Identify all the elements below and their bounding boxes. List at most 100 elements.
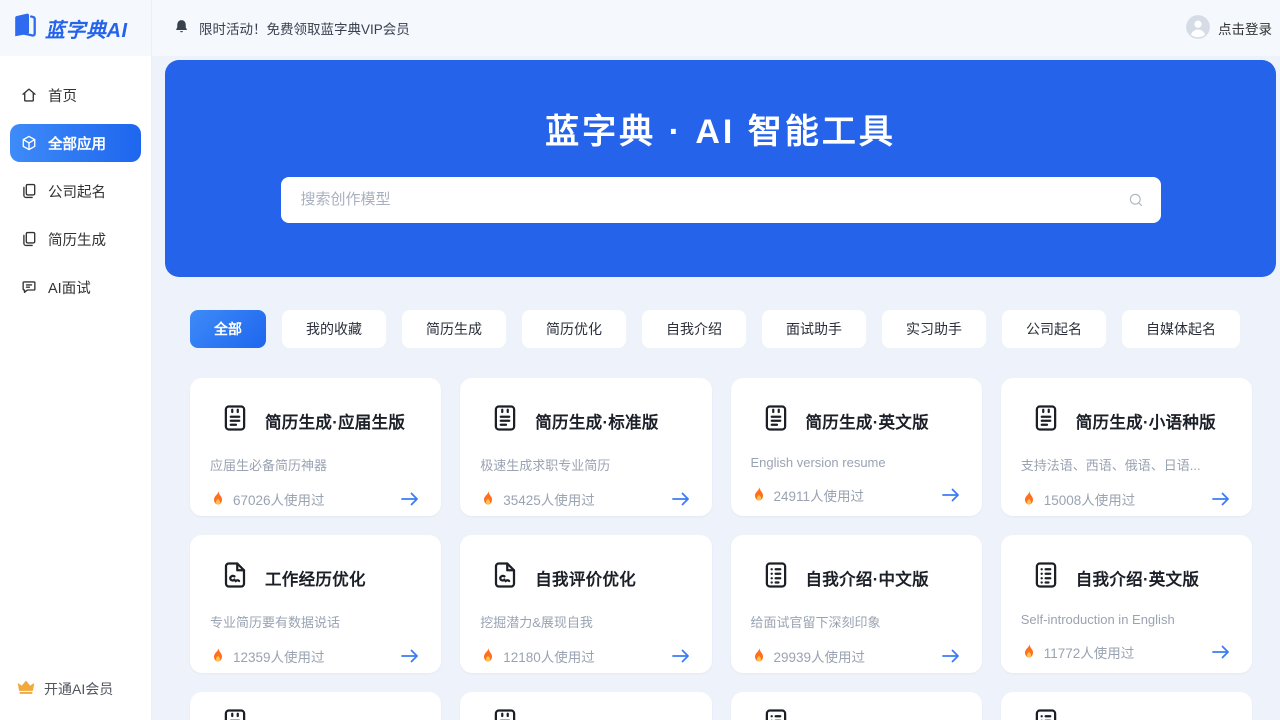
flame-icon (1021, 490, 1037, 509)
card-partial[interactable] (1001, 692, 1252, 720)
arrow-right-icon[interactable] (940, 487, 962, 503)
login-label: 点击登录 (1218, 18, 1272, 38)
filter-tab-label: 全部 (214, 319, 242, 339)
filter-tab[interactable]: 面试助手 (762, 310, 866, 348)
tool-usage-count: 12359人使用过 (233, 646, 325, 666)
book-logo-icon (10, 11, 40, 46)
tool-usage-count: 35425人使用过 (503, 489, 595, 509)
arrow-right-icon[interactable] (940, 648, 962, 664)
filter-tab[interactable]: 我的收藏 (282, 310, 386, 348)
flame-icon (1021, 643, 1037, 662)
filter-tab-label: 面试助手 (786, 319, 842, 339)
filter-tab[interactable]: 简历优化 (522, 310, 626, 348)
flame-icon (210, 647, 226, 666)
tool-card-head: 自我介绍·中文版 (751, 560, 962, 595)
tool-icon (220, 707, 250, 720)
tool-card-foot: 11772人使用过 (1021, 642, 1232, 662)
arrow-right-icon[interactable] (1210, 491, 1232, 507)
sidebar-item-icon (20, 230, 38, 248)
tool-description: 挖掘潜力&展现自我 (480, 612, 691, 631)
filter-tab[interactable]: 自我介绍 (642, 310, 746, 348)
filter-tabs: 全部 我的收藏 简历生成 简历优化 自我介绍 面试助手 实习助手 公司起名 自媒… (190, 310, 1252, 348)
announcement-text: 限时活动！免费领取蓝字典VIP会员 (199, 18, 410, 38)
sidebar-item-icon (20, 134, 38, 152)
tool-icon (490, 707, 520, 720)
tool-icon (761, 560, 791, 595)
card-partial[interactable] (460, 692, 711, 720)
sidebar-item-icon (20, 86, 38, 104)
login-button[interactable]: 点击登录 (1185, 14, 1274, 43)
crown-icon (16, 677, 36, 700)
search-icon[interactable] (1127, 191, 1145, 209)
card-partial[interactable] (190, 692, 441, 720)
card-partial[interactable] (731, 692, 982, 720)
tool-card-foot: 29939人使用过 (751, 646, 962, 666)
filter-tab[interactable]: 公司起名 (1002, 310, 1106, 348)
filter-tab[interactable]: 实习助手 (882, 310, 986, 348)
app-logo-text: 蓝字典AI (45, 14, 128, 43)
sidebar-item-label: 首页 (48, 85, 77, 106)
open-vip-link[interactable]: 开通AI会员 (0, 677, 151, 720)
arrow-right-icon[interactable] (670, 648, 692, 664)
tool-description: Self-introduction in English (1021, 612, 1232, 627)
tool-card[interactable]: 简历生成·标准版 极速生成求职专业简历 35425人使用过 (460, 378, 711, 516)
tool-title: 简历生成·小语种版 (1076, 409, 1216, 433)
open-vip-label: 开通AI会员 (44, 679, 113, 699)
tool-card-head: 工作经历优化 (210, 560, 421, 595)
tool-description: English version resume (751, 455, 962, 470)
tool-card-foot: 35425人使用过 (480, 489, 691, 509)
search-bar (281, 177, 1161, 223)
filter-tab-label: 自我介绍 (666, 319, 722, 339)
sidebar-item[interactable]: 首页 (10, 76, 141, 114)
filter-tab[interactable]: 自媒体起名 (1122, 310, 1240, 348)
tool-card-foot: 24911人使用过 (751, 485, 962, 505)
tool-card-head: 自我评价优化 (480, 560, 691, 595)
tool-description: 支持法语、西语、俄语、日语... (1021, 455, 1232, 474)
tool-icon (220, 403, 250, 438)
arrow-right-icon[interactable] (670, 491, 692, 507)
sidebar-menu: 首页 全部应用 公司起名 简历生成 AI面试 (0, 56, 151, 677)
sidebar-item[interactable]: AI面试 (10, 268, 141, 306)
tool-card[interactable]: 自我介绍·中文版 给面试官留下深刻印象 29939人使用过 (731, 535, 982, 673)
tool-title: 自我评价优化 (535, 566, 636, 590)
filter-tab-label: 简历优化 (546, 319, 602, 339)
sidebar-item[interactable]: 简历生成 (10, 220, 141, 258)
tool-card-head: 简历生成·标准版 (480, 403, 691, 438)
bell-icon (173, 18, 190, 38)
tool-description: 应届生必备简历神器 (210, 455, 421, 474)
arrow-right-icon[interactable] (399, 491, 421, 507)
tool-card[interactable]: 自我介绍·英文版 Self-introduction in English 11… (1001, 535, 1252, 673)
tool-card[interactable]: 简历生成·小语种版 支持法语、西语、俄语、日语... 15008人使用过 (1001, 378, 1252, 516)
tool-card-head: 简历生成·小语种版 (1021, 403, 1232, 438)
app-logo[interactable]: 蓝字典AI (0, 0, 151, 56)
tool-card[interactable]: 自我评价优化 挖掘潜力&展现自我 12180人使用过 (460, 535, 711, 673)
sidebar-item[interactable]: 全部应用 (10, 124, 141, 162)
flame-icon (210, 490, 226, 509)
tool-usage-count: 12180人使用过 (503, 646, 595, 666)
sidebar-item-icon (20, 182, 38, 200)
tool-usage-count: 29939人使用过 (774, 646, 866, 666)
cards-grid: 简历生成·应届生版 应届生必备简历神器 67026人使用过 简历生成·标准版 极… (190, 378, 1252, 673)
arrow-right-icon[interactable] (1210, 644, 1232, 660)
filter-tab[interactable]: 简历生成 (402, 310, 506, 348)
search-input[interactable] (301, 191, 1127, 208)
tool-card-foot: 15008人使用过 (1021, 489, 1232, 509)
tool-card[interactable]: 简历生成·英文版 English version resume 24911人使用… (731, 378, 982, 516)
tool-card-foot: 12359人使用过 (210, 646, 421, 666)
tool-title: 简历生成·标准版 (535, 409, 658, 433)
filter-tab[interactable]: 全部 (190, 310, 266, 348)
tool-icon (761, 707, 791, 720)
flame-icon (480, 647, 496, 666)
cards-grid-partial (190, 692, 1252, 720)
arrow-right-icon[interactable] (399, 648, 421, 664)
sidebar-item-label: 简历生成 (48, 229, 106, 250)
filter-tab-label: 自媒体起名 (1146, 319, 1216, 339)
sidebar-item-label: AI面试 (48, 277, 91, 298)
filter-tab-label: 简历生成 (426, 319, 482, 339)
tool-card[interactable]: 简历生成·应届生版 应届生必备简历神器 67026人使用过 (190, 378, 441, 516)
tool-card[interactable]: 工作经历优化 专业简历要有数据说话 12359人使用过 (190, 535, 441, 673)
sidebar: 蓝字典AI 首页 全部应用 公司起名 简历生成 AI面试 开通AI会员 (0, 0, 152, 720)
sidebar-item[interactable]: 公司起名 (10, 172, 141, 210)
tool-title: 简历生成·英文版 (806, 409, 929, 433)
flame-icon (480, 490, 496, 509)
